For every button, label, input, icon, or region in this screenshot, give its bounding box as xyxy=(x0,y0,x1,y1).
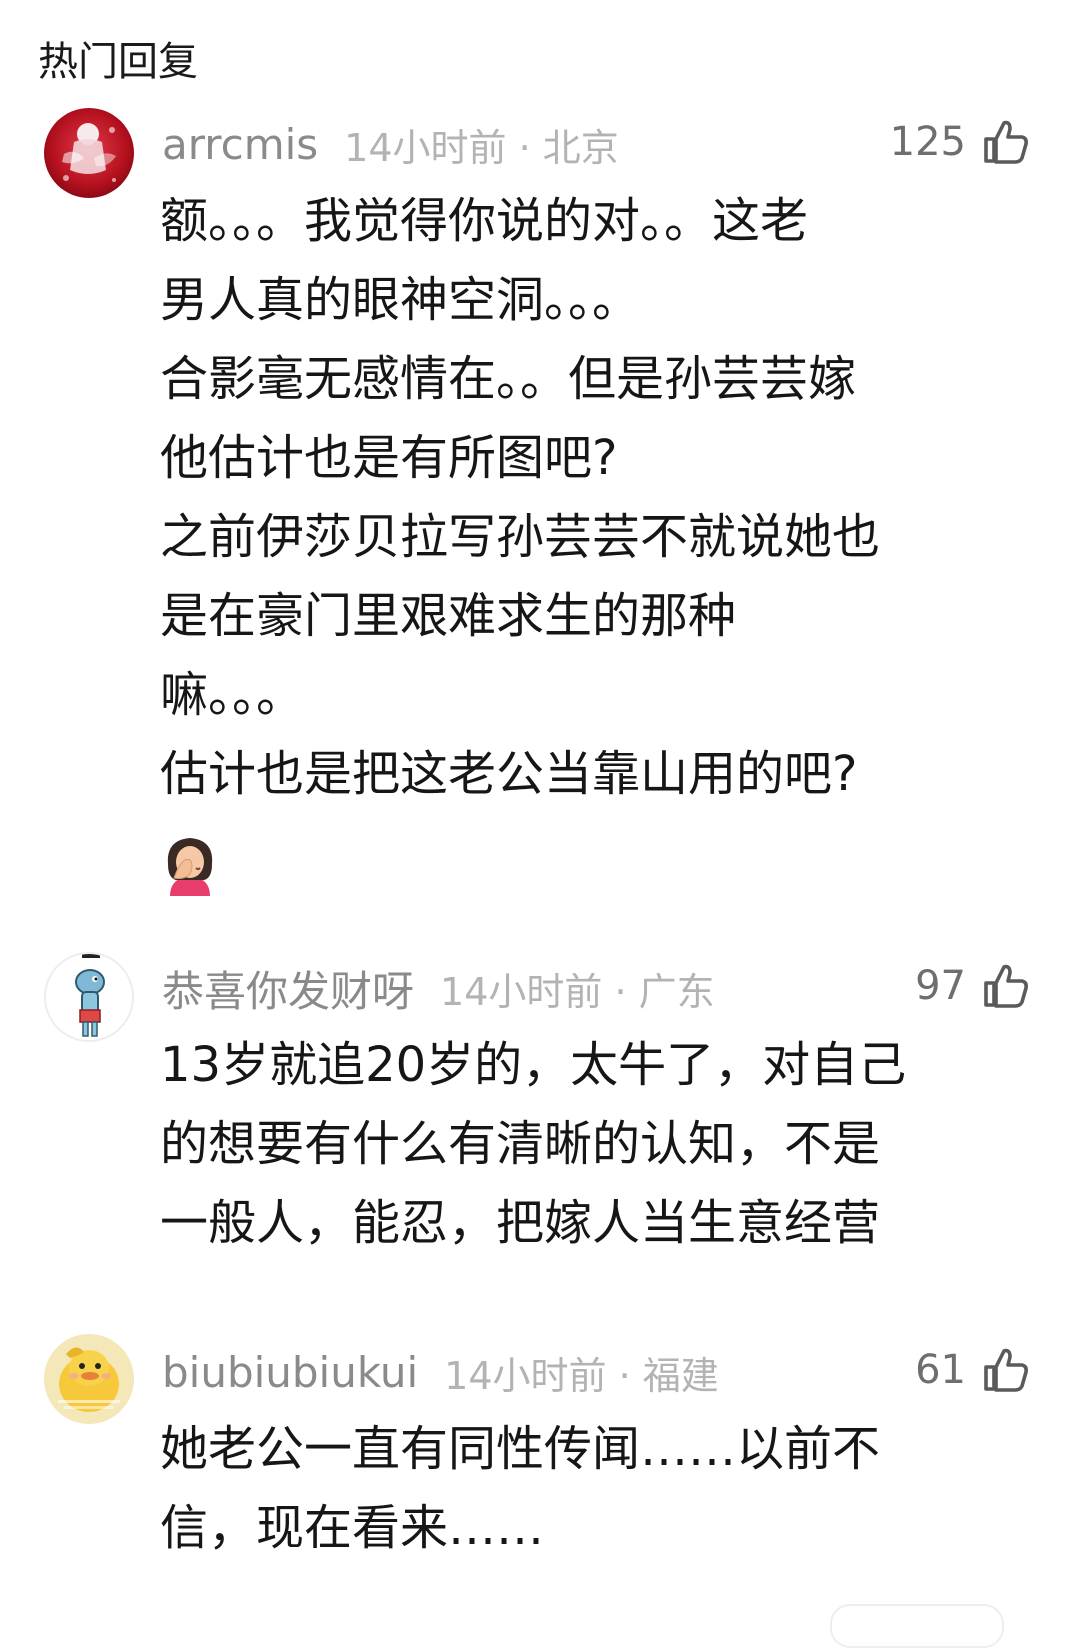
avatar[interactable] xyxy=(44,1334,134,1424)
section-title: 热门回复 xyxy=(38,39,198,85)
comment-time-location: 14小时前 · 北京 xyxy=(344,125,619,170)
username[interactable]: biubiubiukui xyxy=(162,1348,418,1397)
face-palm-emoji-icon xyxy=(167,838,213,896)
comment-meta: arrcmis 14小时前 · 北京 xyxy=(162,116,619,172)
cartoon-fish-avatar-icon xyxy=(46,954,132,1040)
username[interactable]: arrcmis xyxy=(162,120,318,169)
comment-meta: biubiubiukui 14小时前 · 福建 xyxy=(162,1344,719,1400)
comment-time-location: 14小时前 · 广东 xyxy=(440,969,715,1014)
thumbs-up-icon xyxy=(984,1348,1028,1392)
yellow-duck-avatar-icon xyxy=(44,1334,134,1424)
username[interactable]: 恭喜你发财呀 xyxy=(162,958,414,1019)
comment-meta: 恭喜你发财呀 14小时前 · 广东 xyxy=(162,960,715,1016)
anime-avatar-icon xyxy=(44,108,134,198)
comment-text: 额。。。我觉得你说的对。。这老 男人真的眼神空洞。。。 合影毫无感情在。。但是孙… xyxy=(160,193,881,802)
like-button[interactable]: 125 xyxy=(890,114,1030,170)
like-count: 125 xyxy=(889,119,966,165)
partial-overlay-button[interactable] xyxy=(830,1604,1004,1648)
thumbs-up-icon xyxy=(984,964,1028,1008)
thumbs-up-icon xyxy=(984,120,1028,164)
like-button[interactable]: 97 xyxy=(915,958,1030,1014)
comment-text: 13岁就追20岁的，太牛了，对自己 的想要有什么有清晰的认知，不是 一般人，能忍… xyxy=(160,1037,907,1251)
like-count: 97 xyxy=(915,963,966,1009)
comment-text: 她老公一直有同性传闻……以前不 信，现在看来…… xyxy=(160,1421,881,1556)
avatar[interactable] xyxy=(44,952,134,1042)
comment-time-location: 14小时前 · 福建 xyxy=(444,1353,719,1398)
like-count: 61 xyxy=(915,1347,966,1393)
avatar[interactable] xyxy=(44,108,134,198)
like-button[interactable]: 61 xyxy=(915,1342,1030,1398)
